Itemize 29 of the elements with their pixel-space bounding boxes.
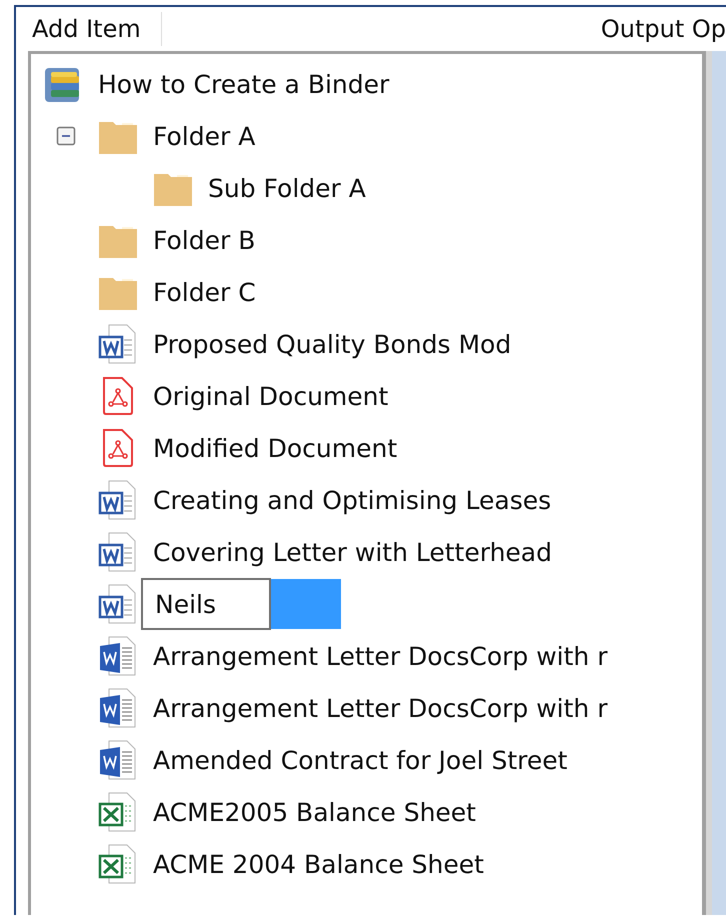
tree-item[interactable]: Folder A [153, 122, 256, 150]
toolbar-item[interactable]: Output Op [600, 15, 726, 43]
word-document-icon [98, 480, 138, 520]
spreadsheet-icon [98, 792, 138, 832]
rename-field[interactable]: Neils [141, 578, 271, 630]
tree-item[interactable]: Arrangement Letter DocsCorp with r [153, 694, 608, 722]
tree-item[interactable]: Creating and Optimising Leases [153, 486, 552, 514]
collapse-icon[interactable] [56, 126, 76, 146]
word-document-icon [98, 636, 138, 676]
tree-item[interactable]: Folder C [153, 278, 256, 306]
word-document-icon [98, 324, 138, 364]
tree-item[interactable]: Original Document [153, 382, 388, 410]
tree-item[interactable]: Folder B [153, 226, 256, 254]
tree-item[interactable]: Modified Document [153, 434, 398, 462]
spreadsheet-icon [98, 844, 138, 884]
word-document-icon [98, 740, 138, 780]
tree-item[interactable]: Arrangement Letter DocsCorp with r [153, 642, 608, 670]
tree-item[interactable]: Covering Letter with Letterhead [153, 538, 552, 566]
tree-item[interactable]: How to Create a Binder [98, 70, 390, 98]
toolbar-item[interactable]: Add Item [32, 15, 141, 43]
word-document-icon [98, 584, 138, 624]
tree-item[interactable]: ACME2005 Balance Sheet [153, 798, 476, 826]
tree-item[interactable]: Sub Folder A [208, 174, 366, 202]
word-document-icon [98, 532, 138, 572]
selection-highlight [271, 579, 341, 629]
tree-item[interactable]: ACME 2004 Balance Sheet [153, 850, 484, 878]
tree-item[interactable]: Proposed Quality Bonds Mod [153, 330, 512, 358]
word-document-icon [98, 688, 138, 728]
tree-item[interactable]: Amended Contract for Joel Street [153, 746, 568, 774]
